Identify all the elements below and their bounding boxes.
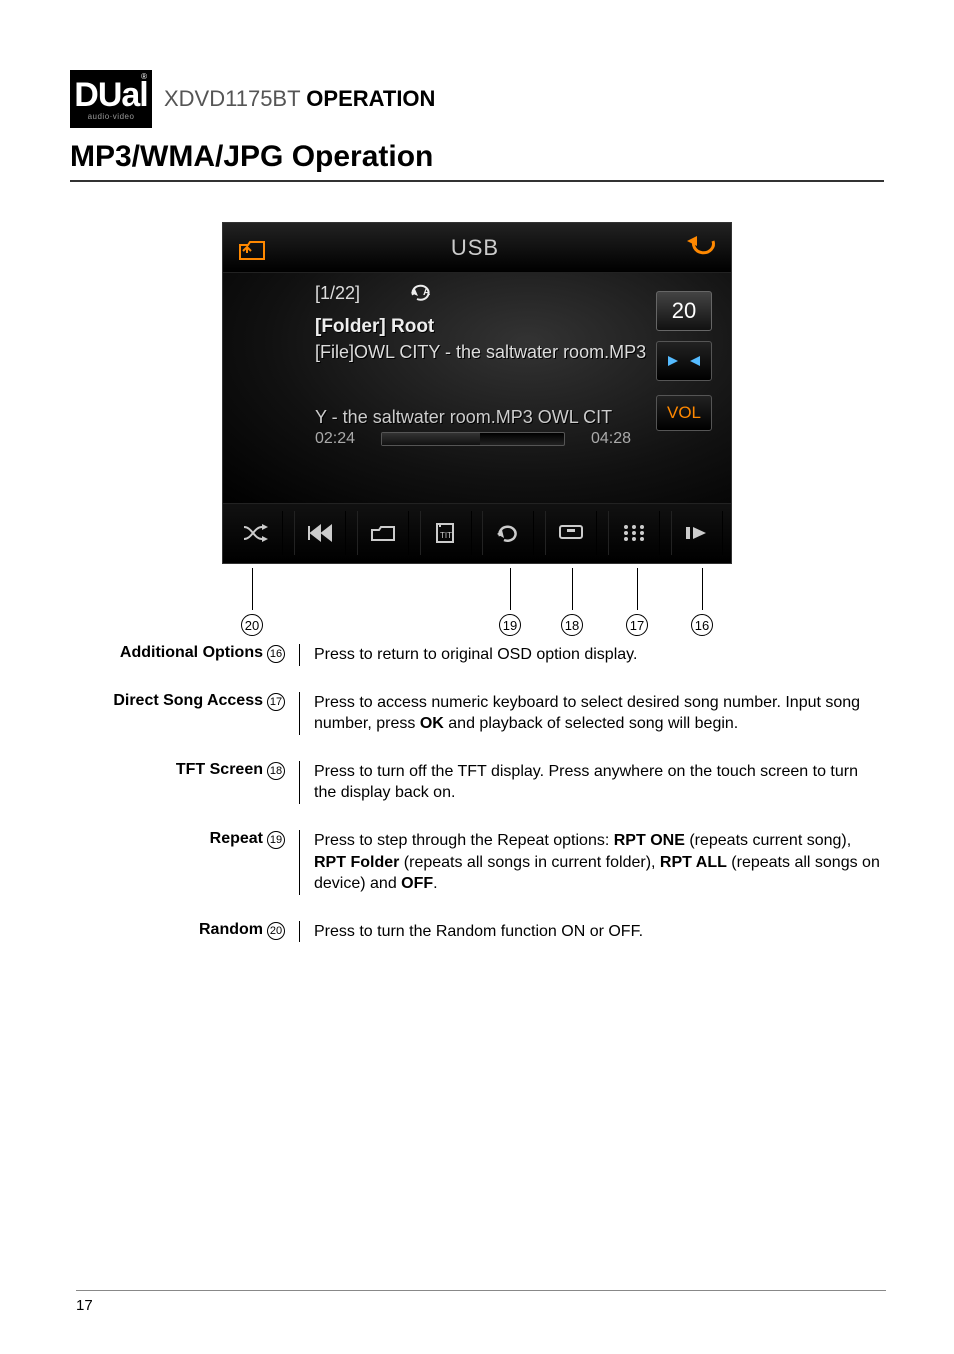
title-list-icon[interactable]: TIT [420,511,472,555]
logo-text: DUal [74,78,147,112]
desc-label-repeat: Repeat 19 [70,830,300,895]
prev-track-icon[interactable] [294,511,346,555]
brand-logo: ® DUal audio·video [70,70,152,128]
desc-label-additional-options: Additional Options 16 [70,644,300,666]
device-screenshot: USB [1/22] A [Folder] Root [File]OWL CIT… [222,222,732,564]
page-number: 17 [76,1290,886,1314]
folder-icon[interactable] [357,511,409,555]
callout-diagram: 20 19 18 17 16 [222,574,732,644]
tft-screen-icon[interactable] [545,511,597,555]
preset-number-button[interactable]: 20 [656,291,712,331]
section-title: MP3/WMA/JPG Operation [70,140,884,182]
callout-19: 19 [499,614,521,636]
repeat-indicator-icon: A [409,283,437,306]
svg-text:TIT: TIT [440,531,452,540]
back-icon[interactable] [683,235,717,261]
page-header: ® DUal audio·video XDVD1175BT OPERATION [70,70,884,128]
side-controls: 20 VOL [649,291,719,431]
product-heading: XDVD1175BT OPERATION [164,86,435,112]
callout-18: 18 [561,614,583,636]
time-total: 04:28 [571,430,631,448]
callout-17: 17 [626,614,648,636]
callout-20: 20 [241,614,263,636]
desc-label-tft-screen: TFT Screen 18 [70,761,300,804]
repeat-icon[interactable] [482,511,534,555]
product-model: XDVD1175BT [164,86,300,111]
screenshot-body: [1/22] A [Folder] Root [File]OWL CITY - … [223,273,731,503]
seek-buttons[interactable] [656,341,712,381]
descriptions: Additional Options 16 Press to return to… [70,644,884,942]
desc-label-direct-song-access: Direct Song Access 17 [70,692,300,735]
keypad-icon[interactable] [608,511,660,555]
product-operation: OPERATION [306,86,435,111]
random-icon[interactable] [231,511,283,555]
desc-text-repeat: Press to step through the Repeat options… [300,830,884,895]
progress-bar[interactable] [381,432,565,446]
track-index: [1/22] [315,283,360,303]
registered-mark: ® [141,72,147,81]
svg-text:A: A [423,287,430,298]
screenshot-bottombar: TIT [223,503,731,561]
more-options-icon[interactable] [671,511,723,555]
source-label: USB [451,235,499,261]
up-folder-icon[interactable] [237,235,267,261]
callout-16: 16 [691,614,713,636]
volume-button[interactable]: VOL [656,395,712,431]
time-elapsed: 02:24 [315,430,375,448]
desc-text-additional-options: Press to return to original OSD option d… [300,644,884,666]
desc-label-random: Random 20 [70,921,300,943]
progress-row: 02:24 04:28 [315,430,731,448]
desc-text-direct-song-access: Press to access numeric keyboard to sele… [300,692,884,735]
desc-text-tft-screen: Press to turn off the TFT display. Press… [300,761,884,804]
logo-subtext: audio·video [88,112,135,121]
screenshot-topbar: USB [223,223,731,273]
desc-text-random: Press to turn the Random function ON or … [300,921,884,943]
